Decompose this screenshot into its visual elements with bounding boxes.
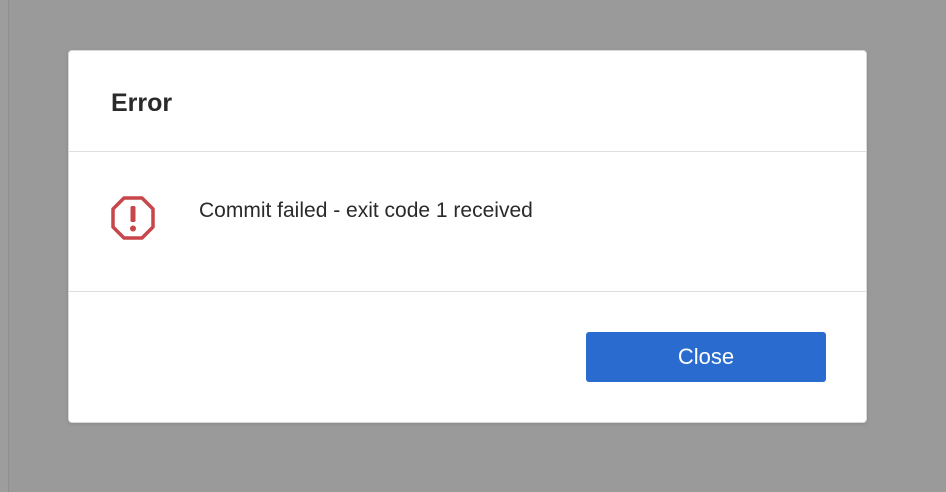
error-dialog: Error Commit failed - exit code 1 receiv… [68,50,867,423]
dialog-title: Error [111,89,173,117]
dialog-header: Error [69,51,866,152]
error-message: Commit failed - exit code 1 received [199,199,533,222]
error-octagon-icon [111,196,155,240]
background-window-edge [0,0,9,492]
close-button[interactable]: Close [586,332,826,382]
dialog-body: Commit failed - exit code 1 received [69,152,866,292]
dialog-footer: Close [69,292,866,422]
